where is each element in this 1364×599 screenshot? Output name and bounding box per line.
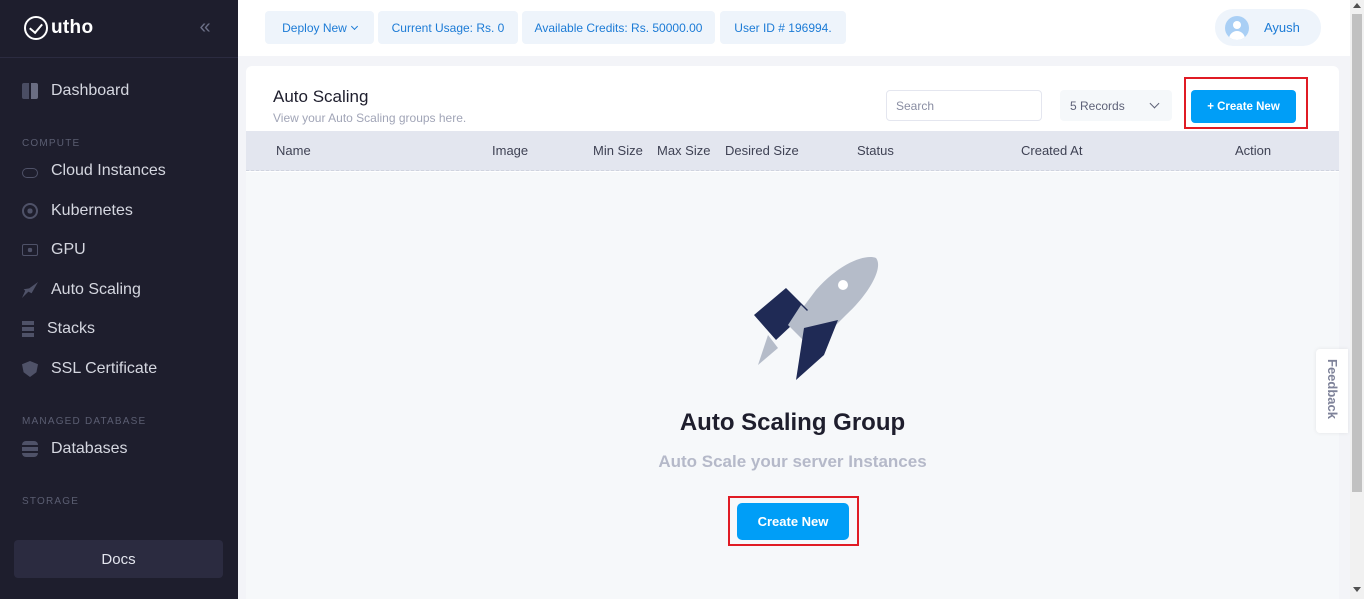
scroll-thumb[interactable] bbox=[1352, 14, 1362, 492]
page-subtitle: View your Auto Scaling groups here. bbox=[273, 111, 467, 125]
sidebar-divider bbox=[0, 57, 238, 58]
user-name: Ayush bbox=[1264, 20, 1300, 35]
column-header-action: Action bbox=[1235, 143, 1272, 158]
create-new-button[interactable]: + Create New bbox=[1191, 90, 1296, 123]
database-icon bbox=[22, 441, 38, 457]
page-title: Auto Scaling bbox=[273, 87, 369, 106]
cloud-icon bbox=[22, 167, 38, 178]
stacks-icon bbox=[22, 321, 34, 337]
highlight-box: + Create New bbox=[1184, 77, 1308, 129]
gpu-icon bbox=[22, 244, 38, 256]
sidebar-item-gpu[interactable]: GPU bbox=[22, 238, 86, 262]
section-label-managed-database: MANAGED DATABASE bbox=[22, 416, 147, 427]
highlight-box: Create New bbox=[728, 496, 859, 546]
sidebar-item-dashboard[interactable]: Dashboard bbox=[22, 79, 129, 103]
rocket-icon bbox=[22, 282, 38, 298]
logo-icon bbox=[24, 16, 48, 40]
auto-scaling-card: Auto Scaling View your Auto Scaling grou… bbox=[246, 66, 1339, 599]
column-header-status: Status bbox=[857, 143, 894, 158]
sidebar-item-label: Stacks bbox=[47, 320, 96, 337]
chevron-down-icon bbox=[350, 22, 358, 30]
table-header: Name Image Min Size Max Size Desired Siz… bbox=[246, 131, 1339, 171]
section-label-storage: STORAGE bbox=[22, 496, 80, 507]
column-header-image: Image bbox=[492, 143, 529, 158]
user-menu[interactable]: Ayush bbox=[1215, 9, 1321, 46]
logo[interactable]: utho bbox=[24, 14, 93, 42]
feedback-tab[interactable]: Feedback bbox=[1316, 349, 1348, 433]
dashboard-icon bbox=[22, 83, 38, 99]
shield-icon bbox=[22, 361, 38, 377]
scroll-down-icon[interactable] bbox=[1353, 587, 1361, 592]
section-label-compute: COMPUTE bbox=[22, 138, 81, 149]
chevron-down-icon bbox=[1149, 98, 1160, 109]
column-header-min-size: Min Size bbox=[593, 143, 643, 158]
column-header-name: Name bbox=[276, 143, 311, 158]
collapse-sidebar-icon[interactable]: « bbox=[196, 17, 214, 37]
records-label: 5 Records bbox=[1070, 98, 1125, 113]
rocket-illustration-icon bbox=[754, 257, 879, 380]
topbar: Deploy New Current Usage: Rs. 0 Availabl… bbox=[238, 0, 1350, 56]
docs-button[interactable]: Docs bbox=[14, 540, 223, 578]
available-credits-chip: Available Credits: Rs. 50000.00 bbox=[522, 11, 715, 44]
sidebar-item-label: Cloud Instances bbox=[51, 162, 166, 179]
sidebar-item-label: SSL Certificate bbox=[51, 360, 158, 377]
sidebar-item-kubernetes[interactable]: Kubernetes bbox=[22, 199, 133, 223]
sidebar-item-label: GPU bbox=[51, 241, 86, 258]
kubernetes-icon bbox=[22, 203, 38, 219]
scrollbar[interactable] bbox=[1350, 0, 1364, 599]
logo-text: utho bbox=[51, 17, 94, 38]
deploy-new-label: Deploy New bbox=[282, 20, 347, 35]
sidebar-item-label: Databases bbox=[51, 440, 128, 457]
sidebar: utho « Dashboard COMPUTE Cloud Instances… bbox=[0, 0, 238, 599]
records-per-page-select[interactable]: 5 Records bbox=[1060, 90, 1172, 121]
sidebar-item-label: Dashboard bbox=[51, 82, 130, 99]
scroll-up-icon[interactable] bbox=[1353, 3, 1361, 8]
sidebar-item-cloud-instances[interactable]: Cloud Instances bbox=[22, 159, 166, 183]
sidebar-item-ssl-certificate[interactable]: SSL Certificate bbox=[22, 357, 157, 381]
sidebar-item-auto-scaling[interactable]: Auto Scaling bbox=[22, 278, 141, 302]
create-new-empty-button[interactable]: Create New bbox=[737, 503, 849, 540]
empty-state-title: Auto Scaling Group bbox=[679, 409, 906, 436]
avatar bbox=[1225, 15, 1249, 40]
deploy-new-dropdown[interactable]: Deploy New bbox=[265, 11, 374, 44]
sidebar-item-stacks[interactable]: Stacks bbox=[22, 317, 95, 341]
column-header-desired-size: Desired Size bbox=[725, 143, 799, 158]
feedback-label: Feedback bbox=[1325, 359, 1340, 419]
current-usage-chip: Current Usage: Rs. 0 bbox=[378, 11, 518, 44]
user-id-chip: User ID # 196994. bbox=[720, 11, 846, 44]
sidebar-item-databases[interactable]: Databases bbox=[22, 437, 128, 461]
column-header-max-size: Max Size bbox=[657, 143, 711, 158]
sidebar-item-label: Kubernetes bbox=[51, 202, 133, 219]
empty-state: Auto Scaling Group Auto Scale your serve… bbox=[246, 172, 1339, 599]
column-header-created-at: Created At bbox=[1021, 143, 1083, 158]
empty-state-subtitle: Auto Scale your server Instances bbox=[658, 452, 927, 471]
sidebar-item-label: Auto Scaling bbox=[51, 281, 141, 298]
search-input[interactable] bbox=[886, 90, 1042, 121]
